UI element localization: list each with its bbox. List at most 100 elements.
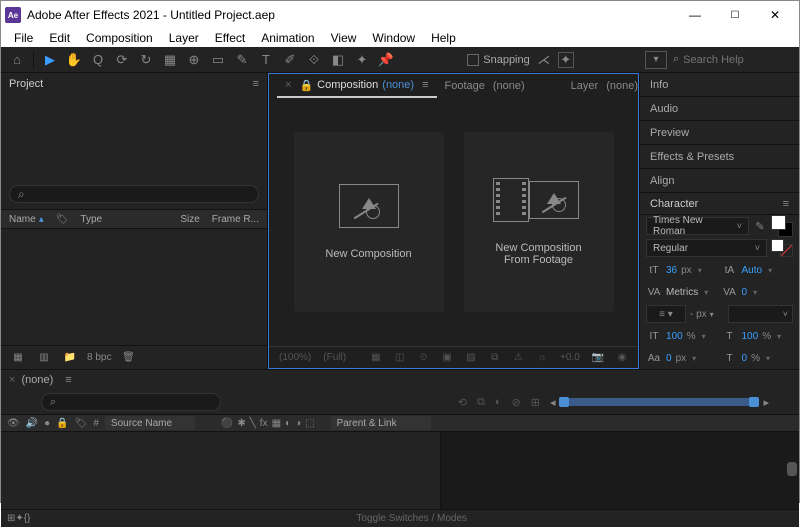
switch-quality-icon[interactable]: ╲ — [250, 418, 256, 429]
footer-icon-1[interactable]: ⊞ — [7, 513, 15, 524]
switch-shy-icon[interactable]: ⚫ — [221, 418, 233, 429]
tracking-field[interactable]: VA 0 ▾ — [722, 287, 794, 298]
ts-icon-5[interactable]: ⊞ — [531, 396, 540, 409]
puppet-tool-icon[interactable]: 📌 — [376, 50, 396, 70]
panel-info[interactable]: Info — [640, 73, 799, 97]
delete-icon[interactable]: 🗑 — [119, 349, 137, 367]
shape-tool-icon[interactable]: ▭ — [208, 50, 228, 70]
character-menu-icon[interactable]: ≡ — [783, 198, 789, 210]
panel-align[interactable]: Align — [640, 169, 799, 193]
new-composition-card[interactable]: New Composition — [294, 132, 444, 312]
fill-stroke-swatch[interactable] — [771, 215, 793, 237]
zoom-readout[interactable]: (100%) — [279, 352, 311, 363]
menu-edit[interactable]: Edit — [42, 29, 77, 47]
brush-tool-icon[interactable]: ✐ — [280, 50, 300, 70]
lock-icon[interactable]: 🔒 — [299, 79, 313, 92]
col-parent-link[interactable]: Parent & Link — [331, 416, 431, 430]
font-family-dropdown[interactable]: Times New Roman˅ — [646, 217, 749, 235]
panel-audio[interactable]: Audio — [640, 97, 799, 121]
footer-icon-3[interactable]: {} — [24, 513, 31, 524]
stroke-swatch[interactable] — [771, 239, 793, 257]
timeline-menu-icon[interactable]: ≡ — [65, 374, 71, 386]
help-search-input[interactable] — [683, 54, 773, 66]
snap-option2-icon[interactable]: ✦ — [558, 52, 574, 68]
orbit-tool-icon[interactable]: ⟳ — [112, 50, 132, 70]
workspace-dropdown[interactable]: ▾ — [645, 51, 667, 69]
leading-field[interactable]: tA Auto ▾ — [722, 265, 794, 276]
rotate-tool-icon[interactable]: ↻ — [136, 50, 156, 70]
footer-icon-2[interactable]: ✦ — [15, 513, 23, 524]
menu-layer[interactable]: Layer — [162, 29, 206, 47]
switch-motion-blur-icon[interactable]: ◐ — [285, 418, 291, 429]
snap-option1-icon[interactable]: ⋌ — [534, 50, 554, 70]
font-size-field[interactable]: tT 36 px ▾ — [646, 265, 718, 276]
tag-icon[interactable]: 🏷 — [56, 214, 69, 225]
panel-effects-presets[interactable]: Effects & Presets — [640, 145, 799, 169]
channels-icon[interactable]: ◉ — [616, 351, 628, 365]
eraser-tool-icon[interactable]: ◧ — [328, 50, 348, 70]
timeline-tab-none[interactable]: (none) — [21, 374, 53, 386]
col-size[interactable]: Size — [180, 214, 199, 225]
menu-file[interactable]: File — [7, 29, 40, 47]
zoom-tool-icon[interactable]: Q — [88, 50, 108, 70]
alert-icon[interactable]: ⚠ — [513, 351, 525, 365]
switch-frame-blend-icon[interactable]: ▦ — [272, 418, 281, 429]
timecode-icon[interactable]: ⏲ — [418, 351, 430, 365]
home-icon[interactable]: ⌂ — [7, 50, 27, 70]
project-search[interactable]: ⌕ — [9, 185, 259, 203]
new-comp-from-footage-card[interactable]: New Composition From Footage — [464, 132, 614, 312]
switch-3d-icon[interactable]: ⬚ — [305, 418, 314, 429]
switch-adjustment-icon[interactable]: ◑ — [295, 418, 301, 429]
close-button[interactable]: ✕ — [755, 1, 795, 29]
new-folder-icon[interactable]: 📁 — [61, 349, 79, 367]
kerning-field[interactable]: VA Metrics ▾ — [646, 287, 718, 298]
project-tab[interactable]: Project — [9, 78, 43, 90]
snapshot-icon[interactable]: 📷 — [592, 351, 604, 365]
pan-behind-tool-icon[interactable]: ⊕ — [184, 50, 204, 70]
tsume-field[interactable]: T 0 % ▾ — [722, 353, 794, 364]
minimize-button[interactable]: — — [675, 1, 715, 29]
col-source-name[interactable]: Source Name — [105, 416, 195, 430]
new-comp-icon[interactable]: ▥ — [35, 349, 53, 367]
hand-tool-icon[interactable]: ✋ — [64, 50, 84, 70]
tab-composition[interactable]: × 🔒 Composition (none) ≡ — [277, 75, 437, 98]
vscale-field[interactable]: T 100 % ▾ — [722, 331, 794, 342]
eyedropper-icon[interactable]: ✎ — [753, 219, 767, 233]
project-panel-menu-icon[interactable]: ≡ — [253, 78, 259, 90]
ts-icon-1[interactable]: ⟲ — [458, 396, 467, 409]
col-solo-icon[interactable]: ● — [44, 418, 50, 429]
col-number[interactable]: # — [93, 418, 99, 429]
clone-tool-icon[interactable]: ⟐ — [304, 50, 324, 70]
selection-tool-icon[interactable]: ▶ — [40, 50, 60, 70]
snapping-checkbox[interactable] — [467, 54, 479, 66]
pen-tool-icon[interactable]: ✎ — [232, 50, 252, 70]
maximize-button[interactable]: ☐ — [715, 1, 755, 29]
tab-footage[interactable]: Footage (none) — [437, 76, 533, 96]
menu-help[interactable]: Help — [424, 29, 463, 47]
menu-view[interactable]: View — [324, 29, 364, 47]
col-name[interactable]: Name▴ — [9, 214, 44, 225]
col-frame-rate[interactable]: Frame R... — [212, 214, 259, 225]
col-type[interactable]: Type — [80, 214, 102, 225]
3d-icon[interactable]: ⧉ — [489, 351, 501, 365]
menu-effect[interactable]: Effect — [208, 29, 252, 47]
switch-fx-icon[interactable]: fx — [260, 418, 268, 429]
menu-animation[interactable]: Animation — [254, 29, 321, 47]
resolution-readout[interactable]: (Full) — [323, 352, 346, 363]
stroke-style-dropdown[interactable]: ˅ — [728, 305, 793, 323]
grid-icon[interactable]: ▦ — [370, 351, 382, 365]
character-title[interactable]: Character — [650, 198, 698, 210]
switch-collapse-icon[interactable]: ✱ — [237, 418, 245, 429]
menu-composition[interactable]: Composition — [79, 29, 160, 47]
tab-layer[interactable]: Layer (none) — [563, 76, 646, 96]
stroke-px[interactable]: - px▾ — [690, 309, 724, 320]
exposure-icon[interactable]: ☼ — [536, 351, 548, 365]
timeline-scrollbar[interactable] — [787, 462, 797, 476]
transparency-icon[interactable]: ▨ — [465, 351, 477, 365]
region-icon[interactable]: ▣ — [441, 351, 453, 365]
timeline-close-icon[interactable]: × — [9, 374, 15, 386]
toggle-switches-modes[interactable]: Toggle Switches / Modes — [356, 513, 467, 524]
panel-preview[interactable]: Preview — [640, 121, 799, 145]
col-audio-icon[interactable]: 🔊 — [26, 418, 38, 429]
col-visibility-icon[interactable]: 👁 — [7, 418, 20, 429]
